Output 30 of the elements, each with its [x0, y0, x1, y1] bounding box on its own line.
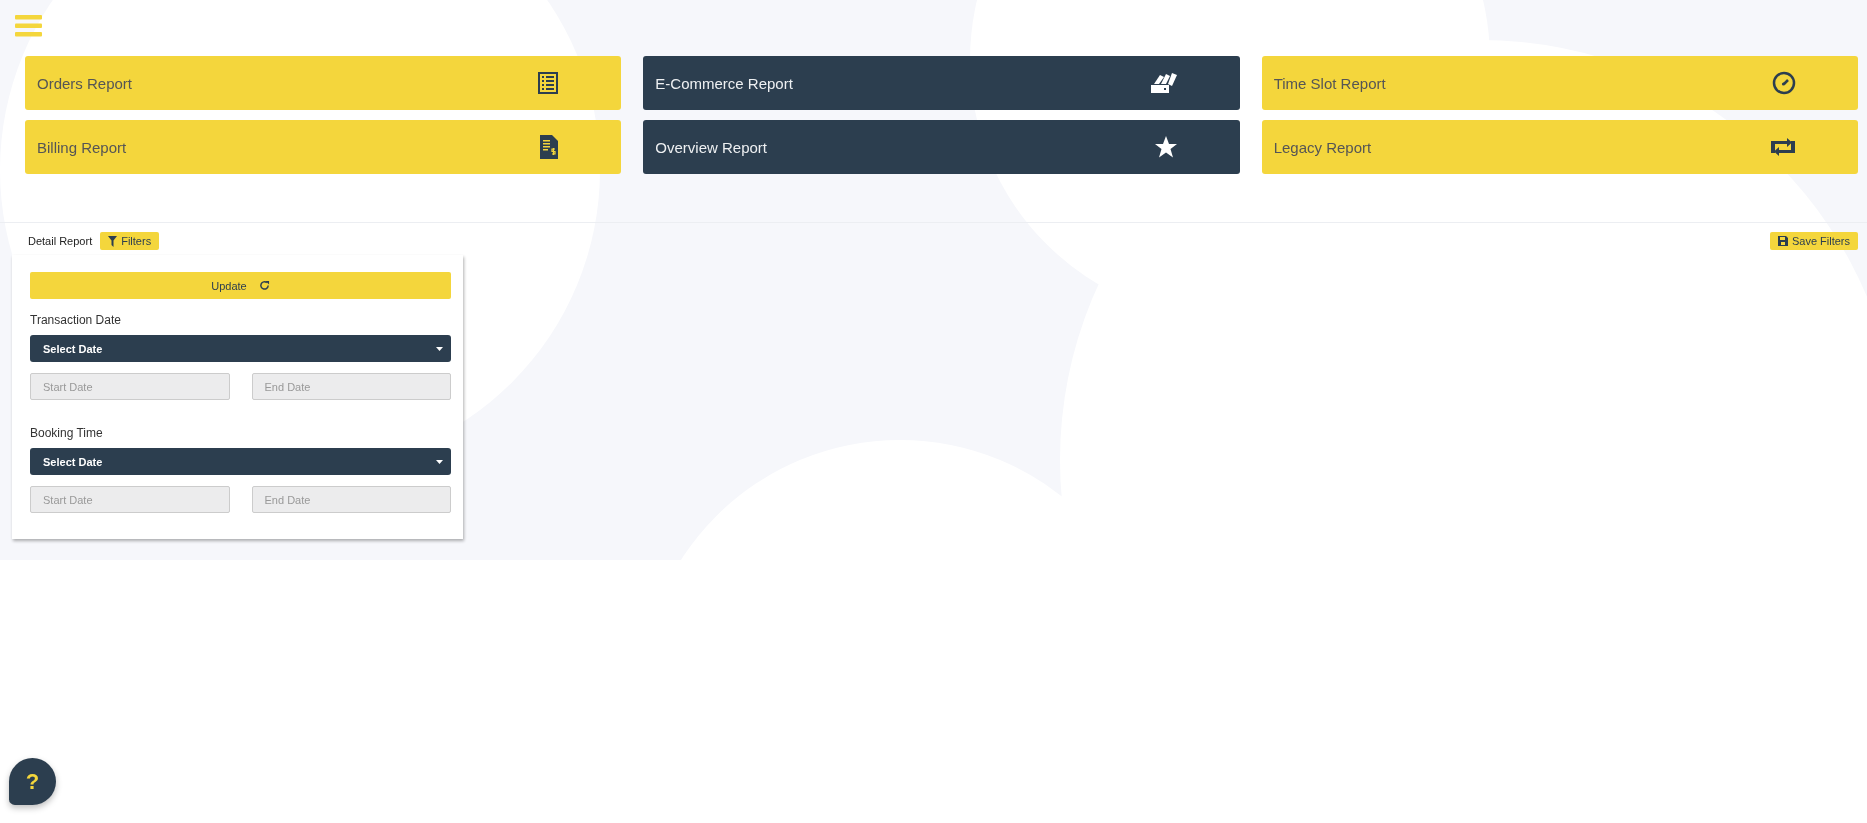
repeat-icon — [1770, 137, 1796, 157]
caret-icon — [436, 346, 443, 351]
field-label: Transaction Date — [30, 313, 122, 327]
menu-icon[interactable] — [15, 15, 42, 37]
start-date-field[interactable]: Start Date — [30, 486, 230, 513]
update-button[interactable]: Update — [30, 272, 451, 299]
report-card[interactable]: Overview Report — [643, 120, 1240, 174]
star-icon — [1153, 135, 1178, 159]
report-card[interactable]: E-Commerce Report — [643, 56, 1240, 110]
field-label: Booking Time — [30, 426, 104, 440]
filters-button[interactable]: Filters — [100, 232, 160, 250]
report-card[interactable]: Orders Report — [25, 56, 622, 110]
invoice-icon — [539, 134, 560, 160]
report-card[interactable]: Billing Report — [25, 120, 622, 174]
list-icon — [537, 71, 560, 95]
end-date-field[interactable]: End Date — [251, 373, 451, 400]
date-range-dropdown[interactable]: Select Date — [30, 335, 451, 362]
stacked-cards-icon — [1149, 72, 1178, 94]
report-card[interactable]: Time Slot Report — [1261, 56, 1858, 110]
section-title: Detail Report — [28, 235, 93, 247]
refresh-icon — [258, 280, 270, 291]
funnel-icon — [108, 235, 118, 247]
caret-icon — [436, 459, 443, 464]
save-filters-button[interactable]: Save Filters — [1769, 232, 1858, 250]
save-icon — [1777, 236, 1788, 246]
report-card[interactable]: Legacy Report — [1261, 120, 1858, 174]
date-range-dropdown[interactable]: Select Date — [30, 448, 451, 475]
clock-icon — [1772, 71, 1796, 95]
start-date-field[interactable]: Start Date — [30, 373, 230, 400]
end-date-field[interactable]: End Date — [251, 486, 451, 513]
